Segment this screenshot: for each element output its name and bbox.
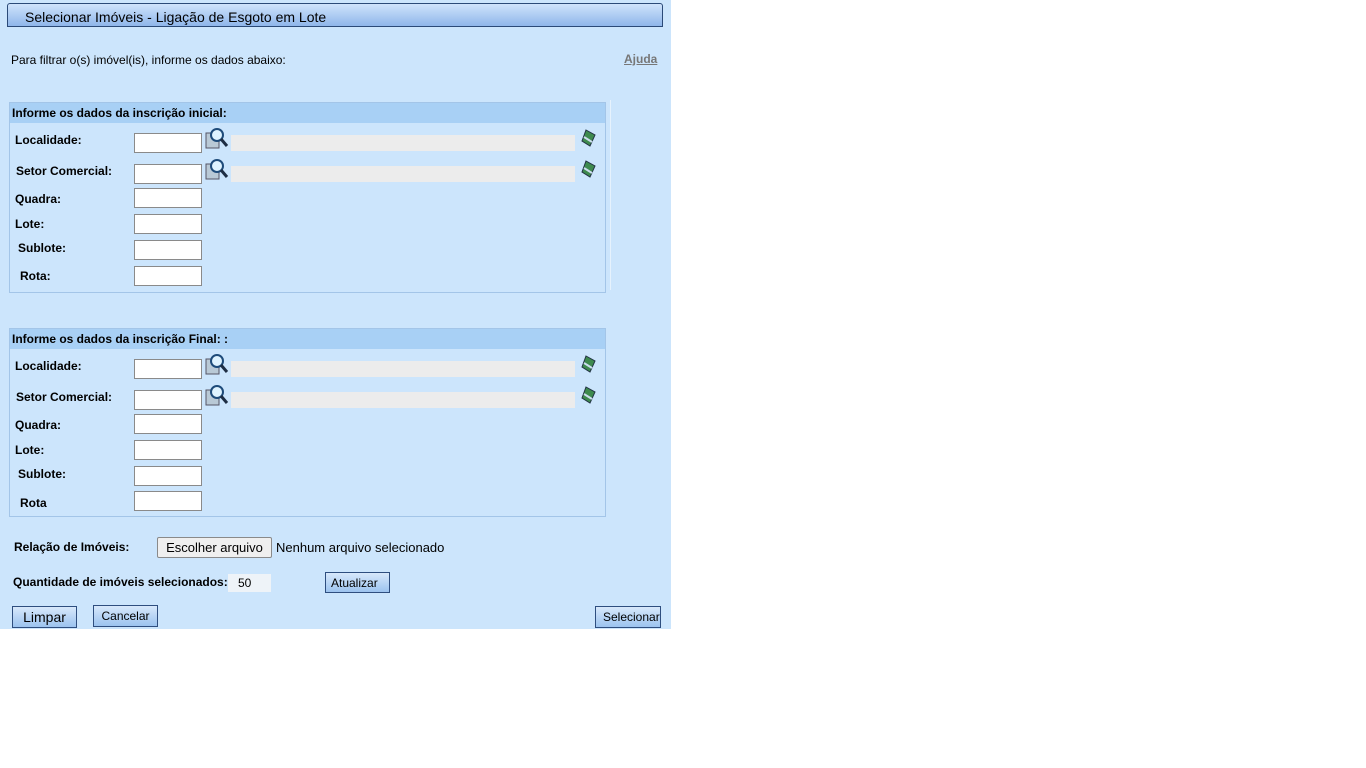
eraser-icon[interactable] bbox=[580, 159, 598, 179]
label-localidade: Localidade: bbox=[15, 133, 82, 147]
clear-button[interactable]: Limpar bbox=[12, 606, 77, 628]
label-sublote: Sublote: bbox=[18, 467, 66, 481]
quantity-input[interactable] bbox=[228, 574, 271, 592]
dialog-panel: Selecionar Imóveis - Ligação de Esgoto e… bbox=[0, 0, 671, 629]
magnifier-icon[interactable] bbox=[205, 127, 229, 149]
section-header: Informe os dados da inscrição Final: : bbox=[10, 329, 605, 349]
final-setor-input[interactable] bbox=[134, 390, 202, 410]
initial-sublote-input[interactable] bbox=[134, 240, 202, 260]
label-quantidade: Quantidade de imóveis selecionados: bbox=[13, 575, 228, 589]
label-rota: Rota bbox=[20, 496, 47, 510]
title-bar: Selecionar Imóveis - Ligação de Esgoto e… bbox=[7, 3, 663, 27]
initial-section-title: Informe os dados da inscrição inicial: bbox=[12, 106, 227, 120]
label-lote: Lote: bbox=[15, 217, 45, 231]
initial-localidade-input[interactable] bbox=[134, 133, 202, 153]
eraser-icon[interactable] bbox=[580, 385, 598, 405]
eraser-icon[interactable] bbox=[580, 128, 598, 148]
label-localidade: Localidade: bbox=[15, 359, 82, 373]
update-button[interactable]: Atualizar bbox=[325, 572, 390, 593]
final-rota-input[interactable] bbox=[134, 491, 202, 511]
magnifier-icon[interactable] bbox=[205, 158, 229, 180]
eraser-icon[interactable] bbox=[580, 354, 598, 374]
final-lote-input[interactable] bbox=[134, 440, 202, 460]
label-setor-comercial: Setor Comercial: bbox=[16, 164, 113, 178]
label-quadra: Quadra: bbox=[15, 418, 62, 432]
label-lote: Lote: bbox=[15, 443, 45, 457]
final-sublote-input[interactable] bbox=[134, 466, 202, 486]
select-button[interactable]: Selecionar bbox=[595, 606, 661, 628]
label-relacao-imoveis: Relação de Imóveis: bbox=[14, 540, 130, 554]
file-status: Nenhum arquivo selecionado bbox=[276, 540, 445, 555]
cancel-button[interactable]: Cancelar bbox=[93, 605, 158, 627]
final-quadra-input[interactable] bbox=[134, 414, 202, 434]
divider bbox=[610, 100, 611, 290]
final-localidade-input[interactable] bbox=[134, 359, 202, 379]
initial-setor-description bbox=[231, 166, 575, 182]
initial-lote-input[interactable] bbox=[134, 214, 202, 234]
magnifier-icon[interactable] bbox=[205, 384, 229, 406]
filter-instructions: Para filtrar o(s) imóvel(is), informe os… bbox=[11, 53, 286, 67]
initial-quadra-input[interactable] bbox=[134, 188, 202, 208]
initial-rota-input[interactable] bbox=[134, 266, 202, 286]
choose-file-button[interactable]: Escolher arquivo bbox=[157, 537, 272, 558]
magnifier-icon[interactable] bbox=[205, 353, 229, 375]
final-inscription-section: Informe os dados da inscrição Final: : L… bbox=[9, 328, 606, 517]
initial-inscription-section: Informe os dados da inscrição inicial: L… bbox=[9, 102, 606, 293]
help-link[interactable]: Ajuda bbox=[624, 52, 657, 66]
window-title: Selecionar Imóveis - Ligação de Esgoto e… bbox=[25, 9, 327, 25]
final-setor-description bbox=[231, 392, 575, 408]
label-quadra: Quadra: bbox=[15, 192, 62, 206]
final-localidade-description bbox=[231, 361, 575, 377]
label-setor-comercial: Setor Comercial: bbox=[16, 390, 113, 404]
label-rota: Rota: bbox=[20, 269, 51, 283]
final-section-title: Informe os dados da inscrição Final: : bbox=[12, 332, 229, 346]
section-header: Informe os dados da inscrição inicial: bbox=[10, 103, 605, 123]
initial-setor-input[interactable] bbox=[134, 164, 202, 184]
label-sublote: Sublote: bbox=[18, 241, 66, 255]
initial-localidade-description bbox=[231, 135, 575, 151]
